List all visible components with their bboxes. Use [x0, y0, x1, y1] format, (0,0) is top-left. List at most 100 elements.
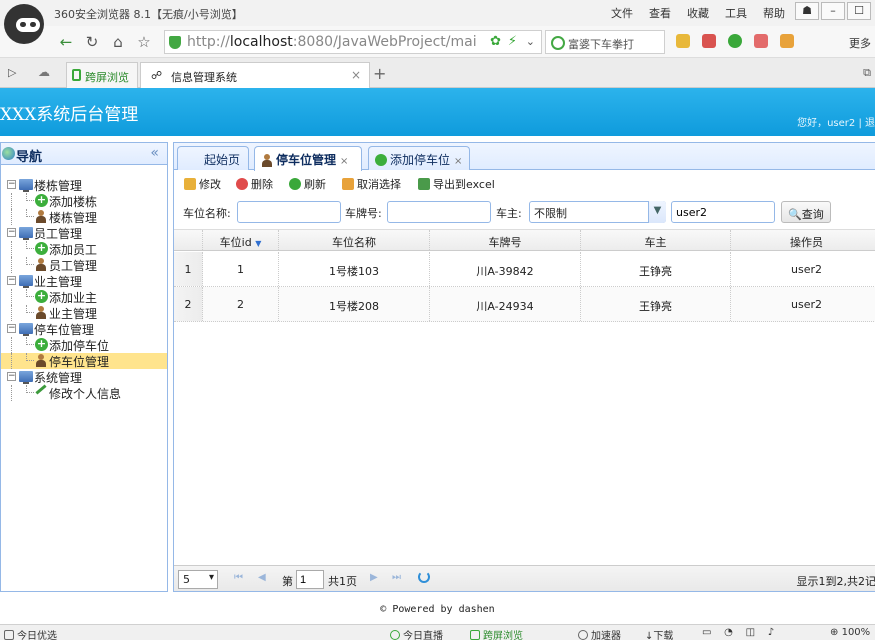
- status-live[interactable]: 今日直播: [390, 627, 443, 640]
- shield-icon[interactable]: [728, 34, 742, 48]
- star-icon[interactable]: ☆: [134, 32, 154, 52]
- browser-icon[interactable]: ◔: [724, 627, 733, 638]
- sidebar-item-building-manage[interactable]: 楼栋管理: [1, 209, 167, 225]
- minimize-icon[interactable]: –: [821, 2, 845, 20]
- sidebar-item-edit-profile[interactable]: 修改个人信息: [1, 384, 167, 401]
- status-cross-screen[interactable]: 跨屏浏览: [470, 627, 523, 640]
- status-daily-picks[interactable]: 今日优选: [4, 627, 57, 640]
- cell-plate: 川A-24934: [430, 287, 581, 321]
- export-excel-button[interactable]: 导出到excel: [418, 176, 495, 192]
- refresh-icon[interactable]: [418, 571, 430, 583]
- tab-close-icon[interactable]: ×: [340, 156, 348, 167]
- tab-close-icon[interactable]: ×: [351, 68, 361, 82]
- sidebar-toggle-icon[interactable]: ▷: [8, 66, 16, 79]
- last-page-icon[interactable]: ⏭: [392, 572, 401, 583]
- sidebar-item-system[interactable]: − 系统管理: [1, 369, 167, 385]
- status-download-label: 下载: [653, 631, 674, 640]
- cancel-select-button[interactable]: 取消选择: [342, 176, 401, 192]
- sound-icon[interactable]: ♪: [768, 627, 774, 638]
- skin-icon[interactable]: ☗: [795, 2, 819, 20]
- operator-input[interactable]: [671, 201, 775, 223]
- tab-info-system[interactable]: ☍ 信息管理系统 ×: [140, 62, 370, 88]
- delete-button[interactable]: 删除: [236, 176, 273, 192]
- tab-home[interactable]: 起始页: [177, 146, 249, 170]
- plate-input[interactable]: [387, 201, 491, 223]
- sidebar-item-add-owner[interactable]: + 添加业主: [1, 289, 167, 305]
- lightning-icon[interactable]: ⚡: [508, 34, 517, 49]
- tab-close-icon[interactable]: ×: [454, 156, 462, 167]
- browser-title: 360安全浏览器 8.1【无痕/小号浏览】: [54, 8, 243, 21]
- url-dropdown-icon[interactable]: ⌄: [526, 35, 535, 48]
- url-input[interactable]: http://localhost:8080/JavaWebProject/mai…: [164, 30, 542, 54]
- sidebar-item-parking-manage[interactable]: 停车位管理: [1, 353, 167, 369]
- menu-help[interactable]: 帮助: [763, 5, 785, 21]
- user-greeting[interactable]: 您好，user2 | 退: [797, 114, 875, 129]
- spot-name-input[interactable]: [237, 201, 341, 223]
- collapse-toggle-icon[interactable]: −: [7, 372, 16, 381]
- browser-logo-icon[interactable]: [4, 4, 44, 44]
- split-icon[interactable]: ◫: [746, 627, 755, 638]
- tab-label: 跨屏浏览: [85, 71, 129, 84]
- owner-select[interactable]: 不限制: [529, 201, 666, 223]
- col-plate[interactable]: 车牌号: [430, 230, 581, 250]
- home-icon[interactable]: ⌂: [108, 32, 128, 52]
- col-owner[interactable]: 车主: [581, 230, 731, 250]
- query-button[interactable]: 🔍查询: [781, 201, 831, 223]
- sidebar-item-parking[interactable]: − 停车位管理: [1, 321, 167, 337]
- apps-icon[interactable]: [676, 34, 690, 48]
- speed-icon[interactable]: ✿: [490, 34, 501, 49]
- menu-favorites[interactable]: 收藏: [687, 5, 709, 21]
- collapse-toggle-icon[interactable]: −: [7, 228, 16, 237]
- sidebar-item-add-staff[interactable]: + 添加员工: [1, 241, 167, 257]
- back-icon[interactable]: ←: [56, 32, 76, 52]
- refresh-button[interactable]: 刷新: [289, 176, 326, 192]
- first-page-icon[interactable]: ⏮: [234, 572, 243, 583]
- status-accelerator[interactable]: 加速器: [578, 627, 621, 640]
- new-tab-icon[interactable]: +: [373, 64, 386, 83]
- collapse-toggle-icon[interactable]: −: [7, 276, 16, 285]
- col-spot-name[interactable]: 车位名称: [279, 230, 430, 250]
- status-download[interactable]: ↓下载: [645, 627, 673, 640]
- table-row[interactable]: 2 2 1号楼208 川A-24934 王铮亮 user2: [174, 287, 875, 322]
- next-page-icon[interactable]: ▶: [370, 572, 378, 583]
- table-row[interactable]: 1 1 1号楼103 川A-39842 王铮亮 user2: [174, 252, 875, 287]
- extension-red-icon[interactable]: [702, 34, 716, 48]
- prev-page-icon[interactable]: ◀: [258, 572, 266, 583]
- adblock-icon[interactable]: [754, 34, 768, 48]
- page-number-input[interactable]: [296, 570, 324, 589]
- sidebar-item-label: 业主管理: [34, 275, 83, 289]
- tab-cross-screen[interactable]: 跨屏浏览: [66, 62, 138, 88]
- search-input[interactable]: 富婆下车拳打: [545, 30, 665, 54]
- collapse-icon[interactable]: «: [150, 145, 159, 161]
- edit-button[interactable]: 修改: [184, 176, 221, 192]
- sidebar-item-staff[interactable]: − 员工管理: [1, 225, 167, 241]
- menu-file[interactable]: 文件: [611, 5, 633, 21]
- collapse-toggle-icon[interactable]: −: [7, 324, 16, 333]
- col-operator[interactable]: 操作员: [731, 230, 875, 250]
- zoom-level[interactable]: ⊕ 100%: [830, 627, 870, 638]
- page-size-select[interactable]: 5: [178, 570, 218, 589]
- maximize-icon[interactable]: ☐: [847, 2, 871, 20]
- tab-parking-manage[interactable]: 停车位管理 ×: [254, 146, 362, 171]
- sidebar-item-staff-manage[interactable]: 员工管理: [1, 257, 167, 273]
- sidebar-item-owner-manage[interactable]: 业主管理: [1, 305, 167, 321]
- collapse-toggle-icon[interactable]: −: [7, 180, 16, 189]
- col-spot-id[interactable]: 车位id ▼: [203, 230, 279, 250]
- tools-icon[interactable]: [780, 34, 794, 48]
- menu-view[interactable]: 查看: [649, 5, 671, 21]
- tree-branch: [26, 353, 34, 361]
- chevron-down-icon[interactable]: ▼: [648, 201, 666, 223]
- sidebar-item-owner[interactable]: − 业主管理: [1, 273, 167, 289]
- more-button[interactable]: 更多: [849, 35, 871, 51]
- reload-icon[interactable]: ↻: [82, 32, 102, 52]
- sidebar-item-add-building[interactable]: + 添加楼栋: [1, 193, 167, 209]
- sidebar-item-building[interactable]: − 楼栋管理: [1, 177, 167, 193]
- window-icon[interactable]: ▭: [702, 627, 711, 638]
- tab-add-parking[interactable]: 添加停车位 ×: [368, 146, 470, 170]
- cloud-icon[interactable]: ☁: [38, 65, 50, 79]
- sidebar-item-add-parking[interactable]: + 添加停车位: [1, 337, 167, 353]
- tree-branch: [26, 241, 34, 249]
- menu-tools[interactable]: 工具: [725, 5, 747, 21]
- live-icon: [390, 630, 400, 640]
- tab-list-icon[interactable]: ⧉: [863, 66, 871, 80]
